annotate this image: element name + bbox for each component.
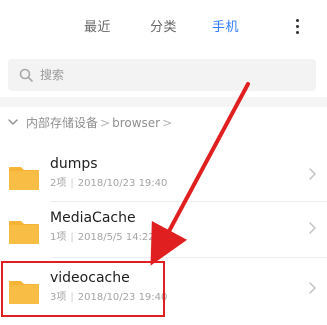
folder-meta: 3项 | 2018/10/23 19:40: [50, 292, 168, 303]
section-divider: [0, 97, 327, 107]
folder-name: MediaCache: [50, 210, 136, 226]
folder-meta: 2项 | 2018/10/23 19:40: [50, 178, 168, 189]
folder-item-count: 1项: [50, 232, 67, 243]
folder-row-videocache[interactable]: videocache 3项 | 2018/10/23 19:40: [0, 263, 327, 315]
row-divider: [50, 257, 327, 258]
search-icon: [19, 68, 33, 82]
chevron-right-icon: [309, 222, 316, 234]
folder-name: videocache: [50, 270, 130, 286]
folder-meta: 1项 | 2018/5/5 14:22: [50, 232, 155, 243]
tab-phone[interactable]: 手机: [212, 20, 239, 36]
folder-modified-date: 2018/10/23 19:40: [77, 292, 168, 303]
folder-item-count: 3项: [50, 292, 67, 303]
tab-category[interactable]: 分类: [150, 20, 177, 36]
tab-recent[interactable]: 最近: [84, 20, 111, 36]
breadcrumb-separator-trailing: >: [162, 116, 173, 130]
breadcrumb-root[interactable]: 内部存储设备: [26, 116, 98, 130]
folder-icon: [9, 221, 39, 244]
breadcrumb-current[interactable]: browser: [112, 116, 160, 130]
folder-item-count: 2项: [50, 178, 67, 189]
folder-modified-date: 2018/10/23 19:40: [77, 178, 168, 189]
folder-modified-date: 2018/5/5 14:22: [77, 232, 155, 243]
folder-name: dumps: [50, 156, 98, 172]
chevron-right-icon: [309, 282, 316, 294]
top-tab-bar: 最近 分类 手机: [0, 0, 327, 54]
folder-row-dumps[interactable]: dumps 2项 | 2018/10/23 19:40: [0, 149, 327, 201]
chevron-down-icon[interactable]: [8, 117, 18, 127]
search-placeholder: 搜索: [40, 68, 65, 82]
folder-icon: [9, 167, 39, 190]
chevron-right-icon: [309, 168, 316, 180]
folder-icon: [9, 281, 39, 304]
row-divider: [50, 201, 327, 202]
breadcrumb: 内部存储设备 > browser >: [0, 107, 327, 141]
breadcrumb-path: 内部存储设备 > browser >: [26, 115, 174, 131]
more-menu-icon[interactable]: [292, 19, 302, 37]
search-input[interactable]: 搜索: [8, 59, 316, 91]
folder-row-mediacache[interactable]: MediaCache 1项 | 2018/5/5 14:22: [0, 203, 327, 255]
breadcrumb-separator: >: [100, 116, 111, 130]
